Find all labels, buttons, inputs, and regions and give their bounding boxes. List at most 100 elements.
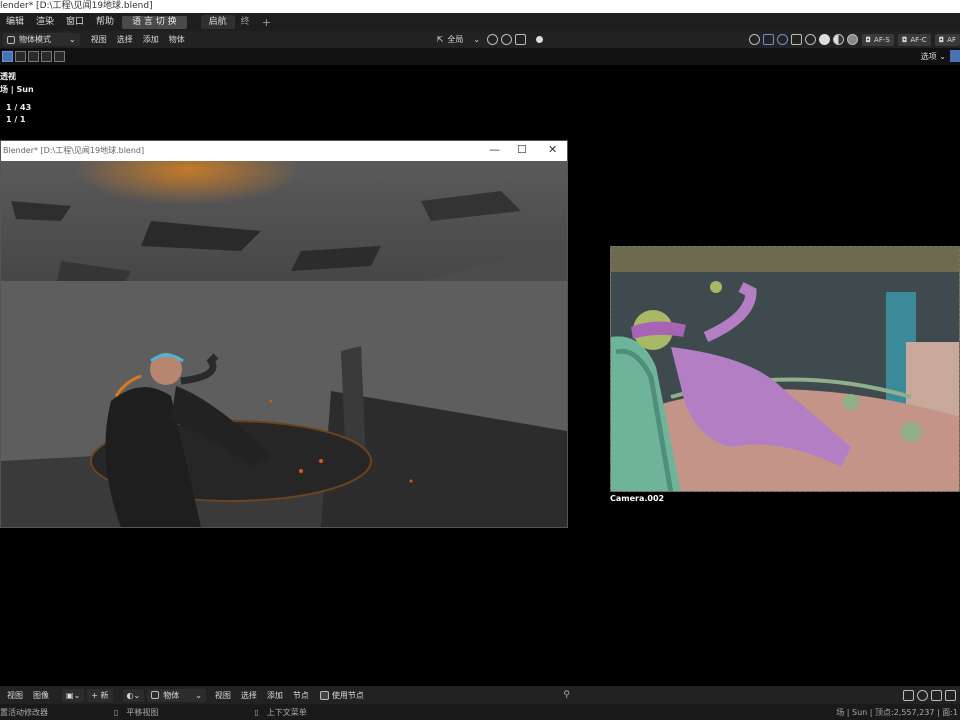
wireframe-shading-icon[interactable] — [804, 34, 816, 45]
object-mode-label: 物体模式 — [19, 35, 51, 44]
bottom-menu-view[interactable]: 视图 — [2, 690, 28, 701]
workspace-tab-start[interactable]: 启航 — [200, 15, 235, 29]
bottom-editor-header: 视图 图像 ▣ ⌄ + 新 ◐ ⌄ 物体 ⌄ 视图 选择 添加 节点 使用节点 … — [0, 686, 960, 704]
select-subtract-icon[interactable] — [28, 51, 39, 62]
camera-icon: ◘ — [901, 35, 908, 44]
backdrop-icon[interactable] — [945, 689, 956, 701]
minimize-button[interactable]: — — [489, 141, 500, 159]
chevron-down-icon: ⌄ — [195, 690, 202, 700]
bottom-menu-select[interactable]: 选择 — [236, 690, 262, 701]
new-image-button[interactable]: + 新 — [87, 688, 113, 702]
af-c-button[interactable]: ◘ AF-C — [897, 33, 931, 46]
object-icon — [151, 691, 160, 699]
menu-help[interactable]: 帮助 — [90, 13, 120, 31]
snap-icon[interactable] — [501, 34, 513, 45]
view-icon[interactable] — [903, 689, 914, 701]
render-image — [1, 161, 567, 527]
viewport-collection: 场 | Sun — [0, 85, 34, 94]
orientation-icon: ⇱ — [436, 35, 444, 44]
header-menu-object[interactable]: 物体 — [164, 34, 190, 45]
render-window-title: Blender* [D:\工程\见闻19地球.blend] — [3, 146, 145, 155]
menu-render[interactable]: 渲染 — [30, 13, 60, 31]
chevron-down-icon: ⌄ — [69, 35, 76, 44]
af-label: AF — [947, 35, 956, 44]
overlay-icon[interactable] — [776, 34, 788, 45]
select-new-icon[interactable] — [2, 51, 13, 62]
viewport-selection-count: 1 / 1 — [6, 115, 26, 124]
bottom-menu-view2[interactable]: 视图 — [210, 690, 236, 701]
select-extend-icon[interactable] — [15, 51, 26, 62]
object-label: 物体 — [163, 690, 180, 700]
status-scene-stats: 场 | Sun | 顶点:2,557,237 | 面:1 — [836, 707, 958, 717]
bottom-menu-image[interactable]: 图像 — [28, 690, 54, 701]
use-nodes-checkbox[interactable] — [319, 690, 329, 700]
add-workspace-button[interactable]: + — [256, 16, 277, 29]
new-label: 新 — [100, 690, 109, 700]
tool-settings-row: 选项 ⌄ — [0, 48, 960, 65]
camera-name-label: Camera.002 — [610, 494, 665, 503]
status-bar: 置活动修改器 ▯ 平移视图 ▯ 上下文菜单 场 | Sun | 顶点:2,557… — [0, 704, 960, 720]
pin-icon[interactable]: ⚲ — [563, 690, 570, 700]
viewport-objects-count: 1 / 43 — [6, 103, 32, 112]
language-switch-button[interactable]: 语 言 切 换 — [122, 15, 187, 29]
falloff-icon[interactable] — [536, 36, 544, 43]
gizmo-icon[interactable] — [762, 34, 774, 45]
mouse-right-icon: ▯ — [254, 707, 259, 717]
orientation-dropdown[interactable]: ⇱ 全局 ⌄ — [432, 33, 485, 46]
status-context-hint: 上下文菜单 — [266, 707, 307, 717]
pivot-icon[interactable] — [487, 34, 499, 45]
render-window[interactable]: Blender* [D:\工程\见闻19地球.blend] — ☐ ✕ — [0, 140, 568, 528]
rendered-shading-icon[interactable] — [846, 34, 858, 45]
camera-icon: ◘ — [938, 35, 945, 44]
menu-window[interactable]: 窗口 — [60, 13, 90, 31]
image-icon: ▣ — [66, 690, 74, 700]
app-title-bar: lender* [D:\工程\见闻19地球.blend] — [0, 0, 960, 13]
header-menu-view[interactable]: 视图 — [86, 34, 112, 45]
object-mode-dropdown[interactable]: 物体模式 ⌄ — [3, 33, 80, 46]
af-s-button[interactable]: ◘ AF-S — [861, 33, 894, 46]
use-nodes-label: 使用节点 — [331, 690, 364, 700]
object-dropdown[interactable]: 物体 ⌄ — [147, 688, 206, 702]
render-window-title-bar: Blender* [D:\工程\见闻19地球.blend] — ☐ ✕ — [1, 141, 567, 161]
status-pan-hint: 平移视图 — [126, 707, 159, 717]
select-intersect-icon[interactable] — [54, 51, 65, 62]
workspace-tab-end[interactable]: 终 — [235, 13, 256, 31]
snap-toggle-icon[interactable] — [931, 689, 942, 701]
header-menu-select[interactable]: 选择 — [112, 34, 138, 45]
options-dropdown[interactable]: 选项 ⌄ — [921, 51, 946, 62]
image-browse-dropdown[interactable]: ▣ ⌄ — [62, 688, 85, 702]
close-button[interactable]: ✕ — [548, 141, 557, 159]
plus-icon: + — [91, 690, 98, 700]
status-left-hint: 置活动修改器 — [0, 707, 48, 717]
camera-view[interactable] — [610, 246, 960, 492]
overlay-toggle-icon[interactable] — [917, 689, 928, 701]
sidebar-toggle[interactable] — [950, 50, 960, 62]
mouse-middle-icon: ▯ — [114, 707, 119, 717]
bottom-menu-add[interactable]: 添加 — [262, 690, 288, 701]
viewport-view-name: 透视 — [0, 72, 16, 81]
header-menu-add[interactable]: 添加 — [138, 34, 164, 45]
editor-type-dropdown[interactable]: ◐ ⌄ — [122, 688, 145, 702]
menu-edit[interactable]: 编辑 — [0, 13, 30, 31]
top-menu-bar: 编辑 渲染 窗口 帮助 语 言 切 换 启航 终 + — [0, 13, 960, 31]
app-title: lender* [D:\工程\见闻19地球.blend] — [0, 1, 153, 11]
visibility-icon[interactable] — [748, 34, 760, 45]
af-s-label: AF-S — [874, 35, 890, 44]
camera-icon: ◘ — [865, 35, 872, 44]
proportional-edit-icon[interactable] — [515, 34, 527, 45]
select-invert-icon[interactable] — [41, 51, 52, 62]
object-mode-icon — [7, 35, 15, 44]
bottom-menu-node[interactable]: 节点 — [288, 690, 314, 701]
maximize-button[interactable]: ☐ — [517, 141, 527, 159]
solid-shading-icon[interactable] — [818, 34, 830, 45]
af-c-label: AF-C — [910, 35, 927, 44]
viewport-header: 物体模式 ⌄ 视图 选择 添加 物体 ⇱ 全局 ⌄ ◘ AF-S ◘ AF-C ◘ A… — [0, 31, 960, 48]
material-shading-icon[interactable] — [832, 34, 844, 45]
chevron-down-icon: ⌄ — [473, 35, 481, 44]
xray-icon[interactable] — [790, 34, 802, 45]
orientation-label: 全局 — [447, 35, 464, 44]
rendered-scene-image — [1, 161, 567, 527]
camera-solid-view-image — [611, 247, 959, 491]
options-label: 选项 — [920, 52, 937, 61]
af-button[interactable]: ◘ AF — [934, 33, 960, 46]
